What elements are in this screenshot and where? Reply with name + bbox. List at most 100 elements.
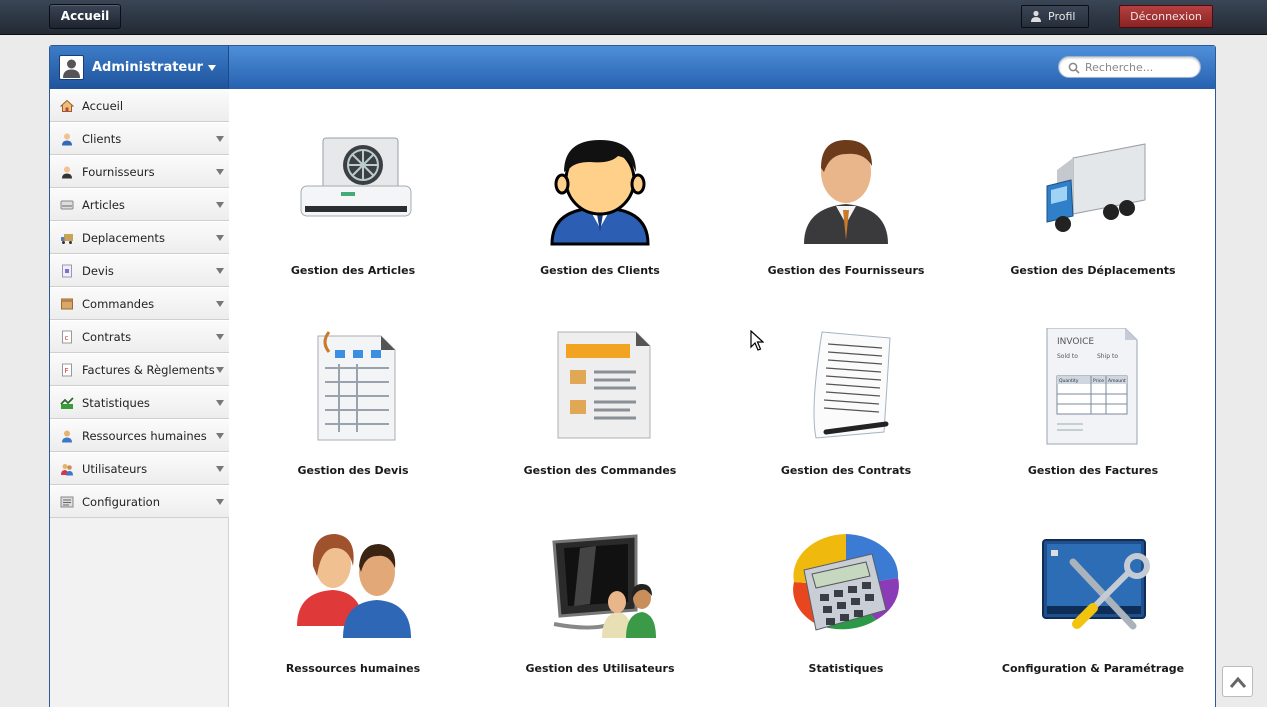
profile-button[interactable]: Profil xyxy=(1021,5,1089,28)
sidebar-item-utilisateurs[interactable]: Utilisateurs xyxy=(50,452,229,485)
delivery-truck-icon xyxy=(1046,143,1146,232)
tools-icon xyxy=(1042,539,1150,630)
tile-label: Statistiques xyxy=(808,662,884,675)
users-icon xyxy=(61,464,73,476)
sidebar-item-label: Clients xyxy=(82,132,122,146)
tile-statistiques[interactable]: Statistiques xyxy=(741,526,941,686)
user-icon xyxy=(1031,10,1041,22)
supplier-icon xyxy=(62,166,72,179)
sidebar-item-factures[interactable]: F Factures & Règlements xyxy=(50,353,229,386)
price-col-text: Price xyxy=(1093,378,1104,384)
articles-icon xyxy=(60,200,74,210)
chevron-down-icon xyxy=(216,367,224,373)
tile-label: Configuration & Paramétrage xyxy=(1001,662,1185,675)
tile-deplacements[interactable]: Gestion des Déplacements xyxy=(988,128,1188,288)
sidebar-item-label: Ressources humaines xyxy=(82,429,207,443)
tile-label: Gestion des Factures xyxy=(1027,464,1159,477)
chevron-down-icon xyxy=(216,334,224,340)
tile-devis[interactable]: Gestion des Devis xyxy=(248,328,448,488)
home-button[interactable]: Accueil xyxy=(49,4,121,29)
chevron-down-icon xyxy=(216,169,224,175)
chevron-down-icon xyxy=(216,466,224,472)
search-input[interactable] xyxy=(1085,59,1195,75)
sidebar-item-label: Statistiques xyxy=(82,396,150,410)
quantity-col-text: Quantity xyxy=(1059,378,1079,384)
client-avatar-icon xyxy=(550,140,650,246)
tile-factures[interactable]: INVOICE Sold to Ship to Quantity Price A… xyxy=(988,328,1188,488)
tile-label: Gestion des Déplacements xyxy=(1010,264,1176,277)
truck-icon xyxy=(61,234,73,244)
sidebar-item-deplacements[interactable]: Deplacements xyxy=(50,221,229,254)
stats-icon xyxy=(60,397,74,409)
search-icon xyxy=(1068,62,1080,74)
chevron-down-icon xyxy=(216,268,224,274)
businessman-icon xyxy=(804,140,888,244)
sidebar-item-label: Configuration xyxy=(82,495,160,509)
tile-label: Gestion des Utilisateurs xyxy=(525,662,675,675)
tile-articles[interactable]: Gestion des Articles xyxy=(248,128,448,288)
chevron-down-icon xyxy=(216,400,224,406)
sold-to-text: Sold to xyxy=(1057,353,1078,360)
monitor-users-icon xyxy=(552,534,656,638)
chevron-down-icon xyxy=(216,202,224,208)
logout-button[interactable]: Déconnexion xyxy=(1119,5,1213,28)
tile-configuration[interactable]: Configuration & Paramétrage xyxy=(988,526,1188,686)
profile-label: Profil xyxy=(1048,10,1076,23)
invoice-document-icon: INVOICE Sold to Ship to Quantity Price A… xyxy=(1046,328,1138,445)
sidebar: Accueil Clients Fournisseurs Articles De… xyxy=(50,89,229,707)
main-panel: Administrateur Accueil Clients Fournisse… xyxy=(49,45,1216,707)
orders-icon xyxy=(61,298,73,310)
avatar xyxy=(59,55,84,80)
chevron-up-icon xyxy=(1229,676,1247,688)
tile-label: Gestion des Devis xyxy=(297,464,409,477)
tile-label: Gestion des Contrats xyxy=(780,464,912,477)
tile-fournisseurs[interactable]: Gestion des Fournisseurs xyxy=(741,128,941,288)
sidebar-item-label: Commandes xyxy=(82,297,155,311)
ship-to-text: Ship to xyxy=(1097,353,1118,360)
sidebar-item-devis[interactable]: Devis xyxy=(50,254,229,287)
chevron-down-icon xyxy=(216,235,224,241)
order-document-icon xyxy=(557,331,651,439)
sidebar-item-clients[interactable]: Clients xyxy=(50,122,229,155)
sidebar-item-ressources-humaines[interactable]: Ressources humaines xyxy=(50,419,229,452)
sidebar-item-statistiques[interactable]: Statistiques xyxy=(50,386,229,419)
chevron-down-icon xyxy=(216,433,224,439)
sidebar-item-label: Fournisseurs xyxy=(82,165,155,179)
sidebar-item-label: Contrats xyxy=(82,330,132,344)
sidebar-item-articles[interactable]: Articles xyxy=(50,188,229,221)
invoice-icon: F xyxy=(62,363,72,377)
spreadsheet-icon xyxy=(317,331,396,441)
tile-ressources-humaines[interactable]: Ressources humaines xyxy=(248,526,448,686)
scroll-to-top-button[interactable] xyxy=(1222,666,1253,697)
sidebar-item-label: Factures & Règlements xyxy=(82,363,215,377)
amount-col-text: Amount xyxy=(1108,378,1126,384)
search-box[interactable] xyxy=(1058,56,1201,78)
panel-header: Administrateur xyxy=(50,46,1215,89)
hr-icon xyxy=(62,430,72,443)
user-avatar-icon xyxy=(63,59,80,78)
quote-icon xyxy=(62,264,72,278)
user-menu[interactable]: Administrateur xyxy=(50,46,229,89)
sidebar-item-label: Devis xyxy=(82,264,114,278)
top-bar: Accueil Profil Déconnexion xyxy=(0,0,1267,35)
tile-clients[interactable]: Gestion des Clients xyxy=(495,128,695,288)
sidebar-item-contrats[interactable]: c Contrats xyxy=(50,320,229,353)
tile-commandes[interactable]: Gestion des Commandes xyxy=(495,328,695,488)
chevron-down-icon xyxy=(208,65,216,71)
tile-contrats[interactable]: Gestion des Contrats xyxy=(741,328,941,488)
sidebar-item-fournisseurs[interactable]: Fournisseurs xyxy=(50,155,229,188)
chevron-down-icon xyxy=(216,499,224,505)
tile-label: Gestion des Commandes xyxy=(523,464,677,477)
tile-label: Gestion des Fournisseurs xyxy=(767,264,925,277)
config-icon xyxy=(60,496,74,508)
user-name: Administrateur xyxy=(92,60,203,75)
client-icon xyxy=(62,133,72,146)
tile-label: Ressources humaines xyxy=(285,662,421,675)
sidebar-item-configuration[interactable]: Configuration xyxy=(50,485,229,518)
sidebar-item-accueil[interactable]: Accueil xyxy=(50,89,229,122)
sidebar-item-label: Utilisateurs xyxy=(82,462,148,476)
sidebar-item-commandes[interactable]: Commandes xyxy=(50,287,229,320)
tile-utilisateurs[interactable]: Gestion des Utilisateurs xyxy=(495,526,695,686)
calculator-pie-icon xyxy=(793,534,899,631)
tile-label: Gestion des Articles xyxy=(290,264,416,277)
